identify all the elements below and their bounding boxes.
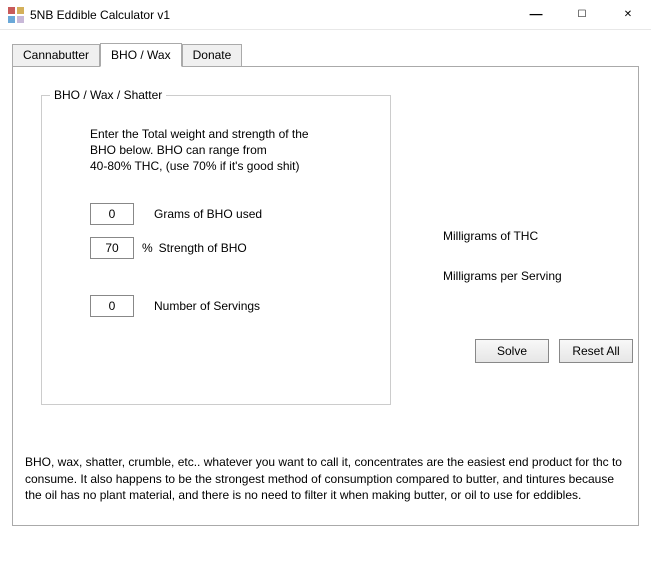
solve-button[interactable]: Solve bbox=[475, 339, 549, 363]
tab-panel-bho: BHO / Wax / Shatter Enter the Total weig… bbox=[12, 66, 639, 526]
content-area: Cannabutter BHO / Wax Donate BHO / Wax /… bbox=[0, 30, 651, 538]
instructions-line2: BHO below. BHO can range from bbox=[90, 143, 267, 157]
grams-input[interactable] bbox=[90, 203, 134, 225]
strength-label: Strength of BHO bbox=[159, 241, 247, 255]
minimize-button[interactable]: ─ bbox=[513, 0, 559, 29]
button-row: Solve Reset All bbox=[475, 339, 633, 363]
groupbox-bho: BHO / Wax / Shatter Enter the Total weig… bbox=[41, 95, 391, 405]
close-button[interactable]: ✕ bbox=[605, 0, 651, 29]
window-controls: ─ ☐ ✕ bbox=[513, 0, 651, 29]
thc-result-label: Milligrams of THC bbox=[443, 229, 562, 243]
tab-cannabutter[interactable]: Cannabutter bbox=[12, 44, 100, 68]
footer-description: BHO, wax, shatter, crumble, etc.. whatev… bbox=[17, 454, 630, 503]
servings-input[interactable] bbox=[90, 295, 134, 317]
tab-donate[interactable]: Donate bbox=[182, 44, 243, 68]
results-area: Milligrams of THC Milligrams per Serving bbox=[443, 229, 562, 309]
groupbox-title: BHO / Wax / Shatter bbox=[50, 88, 166, 102]
grams-label: Grams of BHO used bbox=[154, 207, 262, 221]
tab-bar: Cannabutter BHO / Wax Donate bbox=[12, 42, 639, 66]
maximize-button[interactable]: ☐ bbox=[559, 0, 605, 29]
titlebar: 5NB Eddible Calculator v1 ─ ☐ ✕ bbox=[0, 0, 651, 30]
serving-result-label: Milligrams per Serving bbox=[443, 269, 562, 283]
app-icon bbox=[8, 7, 24, 23]
window-title: 5NB Eddible Calculator v1 bbox=[30, 8, 513, 22]
reset-button[interactable]: Reset All bbox=[559, 339, 633, 363]
row-grams: Grams of BHO used bbox=[76, 203, 366, 225]
instructions-line3: 40-80% THC, (use 70% if it's good shit) bbox=[90, 159, 300, 173]
instructions-text: Enter the Total weight and strength of t… bbox=[76, 126, 366, 175]
servings-label: Number of Servings bbox=[154, 299, 260, 313]
percent-symbol: % bbox=[142, 241, 153, 255]
row-servings: Number of Servings bbox=[76, 295, 366, 317]
tab-bho-wax[interactable]: BHO / Wax bbox=[100, 43, 182, 67]
instructions-line1: Enter the Total weight and strength of t… bbox=[90, 127, 309, 141]
strength-input[interactable] bbox=[90, 237, 134, 259]
row-strength: % Strength of BHO bbox=[76, 237, 366, 259]
